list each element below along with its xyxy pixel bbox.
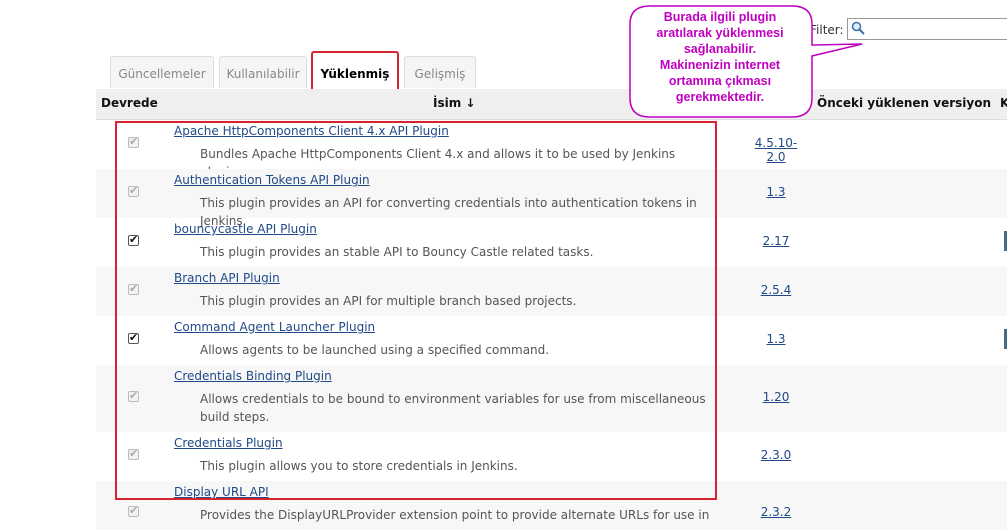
enabled-checkbox[interactable]: ✔ <box>128 233 139 246</box>
table-header: Devrede İsim ↓ Önceki yüklenen versiyon … <box>96 89 1007 120</box>
column-name[interactable]: İsim ↓ <box>433 96 475 110</box>
enabled-checkbox[interactable]: ✔ <box>128 331 139 344</box>
plugin-name-link[interactable]: Branch API Plugin <box>174 271 280 285</box>
table-row: ✔ Apache HttpComponents Client 4.x API Pl… <box>96 120 1007 179</box>
table-row: ✔ Command Agent Launcher Plugin Allows age… <box>96 316 1007 365</box>
table-row: ✔ Branch API Plugin This plugin provides a… <box>96 267 1007 316</box>
plugin-description: This plugin allows you to store credenti… <box>200 459 518 473</box>
column-extra: K <box>1000 96 1007 110</box>
enabled-checkbox: ✔ <box>128 135 139 148</box>
plugin-name-link[interactable]: bouncycastle API Plugin <box>174 222 317 236</box>
checkmark-icon: ✔ <box>129 135 139 148</box>
checkmark-icon: ✔ <box>129 331 139 344</box>
plugin-name-link[interactable]: Authentication Tokens API Plugin <box>174 173 370 187</box>
plugin-name-link[interactable]: Command Agent Launcher Plugin <box>174 320 375 334</box>
enabled-checkbox: ✔ <box>128 389 139 402</box>
checkmark-icon: ✔ <box>129 447 139 460</box>
column-previous-version[interactable]: Önceki yüklenen versiyon <box>817 96 991 110</box>
filter-input[interactable] <box>847 18 1007 40</box>
checkmark-icon: ✔ <box>129 389 139 402</box>
plugin-description: Allows credentials to be bound to enviro… <box>200 392 706 424</box>
tab-available[interactable]: Kullanılabilir <box>219 56 307 88</box>
previous-version-link[interactable]: 2.3.0 <box>746 448 806 462</box>
plugin-name-link[interactable]: Credentials Binding Plugin <box>174 369 332 383</box>
enabled-checkbox: ✔ <box>128 504 139 517</box>
column-enabled[interactable]: Devrede <box>101 96 158 110</box>
checkmark-icon: ✔ <box>129 233 139 246</box>
previous-version-link[interactable]: 2.17 <box>746 234 806 248</box>
tab-advanced[interactable]: Gelişmiş <box>404 56 476 88</box>
plugin-description: This plugin provides an API for multiple… <box>200 294 577 308</box>
plugin-description: Provides the DisplayURLProvider extensio… <box>200 508 710 522</box>
table-row: ✔ Credentials Binding Plugin Allows creden… <box>96 365 1007 432</box>
previous-version-link[interactable]: 2.5.4 <box>746 283 806 297</box>
previous-version-link[interactable]: 2.3.2 <box>746 505 806 519</box>
checkmark-icon: ✔ <box>129 184 139 197</box>
table-row: ✔ bouncycastle API Plugin This plugin prov… <box>96 218 1007 267</box>
tab-installed[interactable]: Yüklenmiş <box>311 51 399 92</box>
previous-version-link[interactable]: 1.20 <box>746 390 806 404</box>
search-icon <box>851 21 865 35</box>
tab-updates[interactable]: Güncellemeler <box>110 56 214 88</box>
plugin-description: Allows agents to be launched using a spe… <box>200 343 550 357</box>
table-row: ✔ Display URL API Provides the DisplayURLP… <box>96 481 1007 530</box>
previous-version-link[interactable]: 4.5.10-2.0 <box>746 136 806 164</box>
checkmark-icon: ✔ <box>129 504 139 517</box>
previous-version-link[interactable]: 1.3 <box>746 332 806 346</box>
table-row: ✔ Authentication Tokens API Plugin This pl… <box>96 169 1007 228</box>
enabled-checkbox: ✔ <box>128 447 139 460</box>
enabled-checkbox: ✔ <box>128 282 139 295</box>
enabled-checkbox: ✔ <box>128 184 139 197</box>
previous-version-link[interactable]: 1.3 <box>746 185 806 199</box>
plugin-name-link[interactable]: Credentials Plugin <box>174 436 283 450</box>
plugin-description: This plugin provides an stable API to Bo… <box>200 245 594 259</box>
table-row: ✔ Credentials Plugin This plugin allows yo… <box>96 432 1007 481</box>
plugin-name-link[interactable]: Display URL API <box>174 485 269 499</box>
checkmark-icon: ✔ <box>129 282 139 295</box>
callout-text: Burada ilgili plugin aratılarak yüklenme… <box>656 10 784 104</box>
plugin-name-link[interactable]: Apache HttpComponents Client 4.x API Plu… <box>174 124 449 138</box>
filter-label: Filter: <box>810 23 844 37</box>
